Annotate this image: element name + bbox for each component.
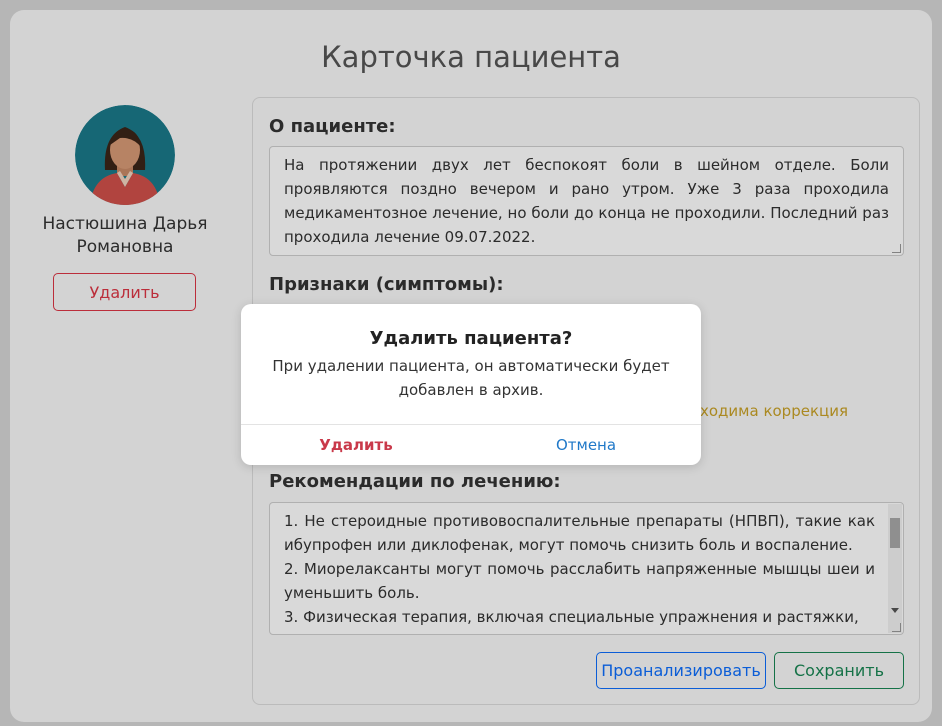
dialog-cancel-button[interactable]: Отмена [471, 425, 701, 465]
dialog-confirm-delete-button[interactable]: Удалить [241, 425, 471, 465]
delete-confirm-dialog: Удалить пациента? При удалении пациента,… [241, 304, 701, 465]
dialog-title: Удалить пациента? [369, 328, 573, 349]
dialog-message: При удалении пациента, он автоматически … [272, 357, 670, 399]
